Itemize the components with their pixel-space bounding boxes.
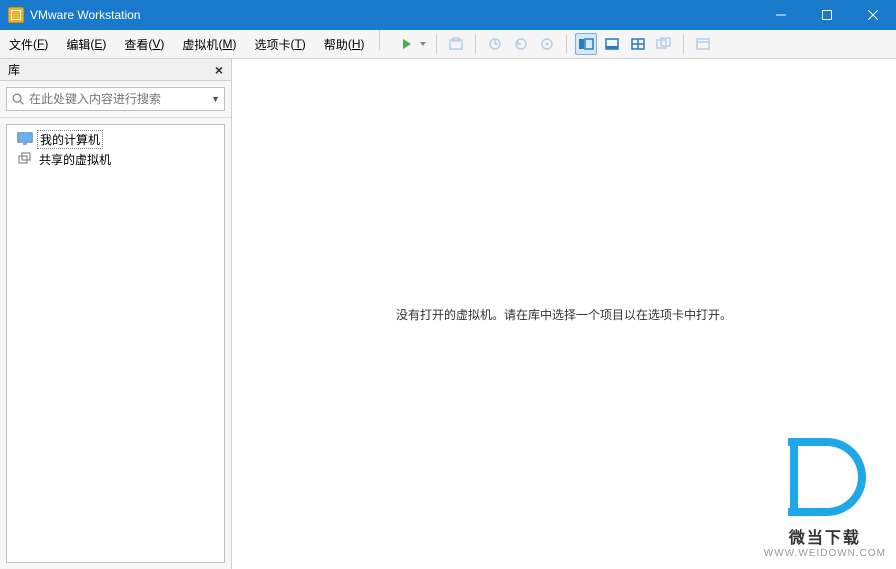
view-fullscreen-button[interactable] [601,33,623,55]
snapshot-button[interactable] [445,33,467,55]
toolbar [394,30,716,58]
app-icon [8,7,24,23]
share-icon [17,152,33,166]
menu-bar: 文件(F) 编辑(E) 查看(V) 虚拟机(M) 选项卡(T) 帮助(H) [0,30,896,59]
snapshot-manage-button[interactable] [536,33,558,55]
menu-tabs[interactable]: 选项卡(T) [245,30,314,58]
empty-state-message: 没有打开的虚拟机。请在库中选择一个项目以在选项卡中打开。 [396,306,732,323]
main-content: 没有打开的虚拟机。请在库中选择一个项目以在选项卡中打开。 微当下载 WWW.WE… [232,59,896,569]
library-close-button[interactable]: × [211,62,227,78]
library-title: 库 [8,61,211,78]
library-tree: 我的计算机 共享的虚拟机 [6,124,225,563]
menu-view[interactable]: 查看(V) [115,30,173,58]
view-unity-button[interactable] [627,33,649,55]
menu-vm[interactable]: 虚拟机(M) [173,30,245,58]
menu-file[interactable]: 文件(F) [0,30,57,58]
search-input[interactable] [29,92,207,106]
view-console-button[interactable] [575,33,597,55]
watermark: 微当下载 WWW.WEIDOWN.COM [764,438,886,559]
view-multiple-button[interactable] [653,33,675,55]
menu-edit[interactable]: 编辑(E) [57,30,115,58]
tree-item-my-computer[interactable]: 我的计算机 [9,129,222,149]
power-dropdown[interactable] [418,40,428,48]
watermark-logo-icon [784,438,866,520]
library-search[interactable]: ▼ [6,87,225,111]
search-icon [11,92,25,106]
power-on-button[interactable] [396,33,418,55]
snapshot-take-button[interactable] [484,33,506,55]
library-sidebar: 库 × ▼ 我的计算机 共享的虚拟机 [0,59,232,569]
app-title: VMware Workstation [30,8,140,22]
library-header: 库 × [0,59,231,81]
search-dropdown-icon[interactable]: ▼ [207,94,220,104]
tree-item-shared-vms[interactable]: 共享的虚拟机 [9,149,222,169]
title-bar: VMware Workstation [0,0,896,30]
snapshot-revert-button[interactable] [510,33,532,55]
close-button[interactable] [850,0,896,30]
menu-help[interactable]: 帮助(H) [315,30,374,58]
maximize-button[interactable] [804,0,850,30]
monitor-icon [17,132,33,146]
settings-button[interactable] [692,33,714,55]
minimize-button[interactable] [758,0,804,30]
